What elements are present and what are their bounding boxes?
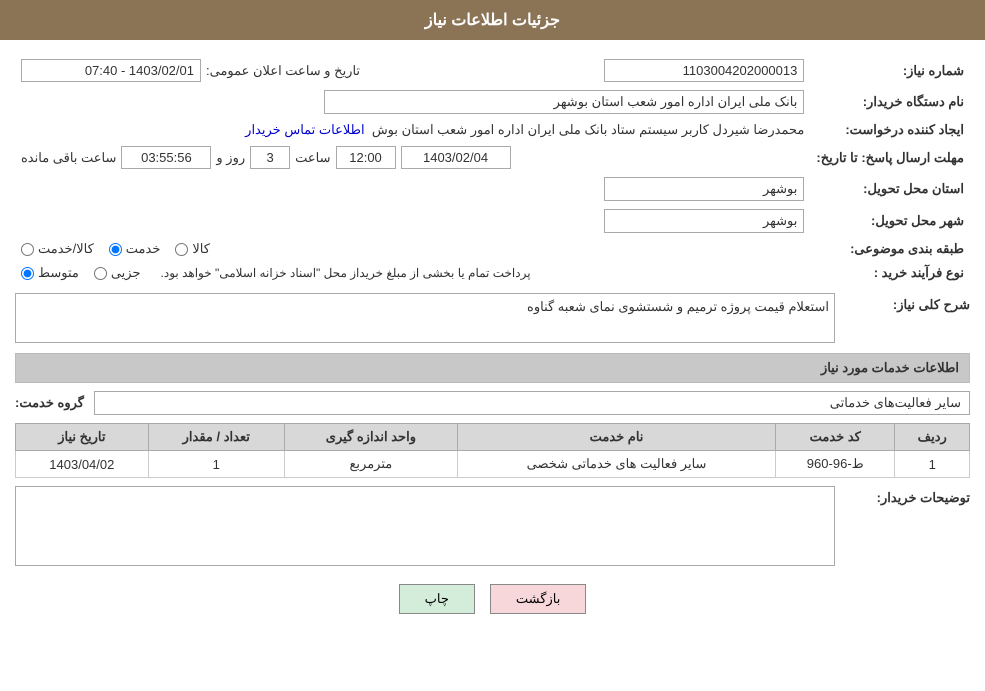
- response-deadline-values: ساعت باقی مانده 03:55:56 روز و 3 ساعت 12…: [15, 142, 810, 173]
- remaining-time-box: 03:55:56: [121, 146, 211, 169]
- day-label: روز و: [216, 150, 245, 166]
- time-label: ساعت: [295, 150, 330, 166]
- purchase-motavasset-radio[interactable]: [21, 267, 34, 280]
- category-kala-khadamat-radio[interactable]: [21, 243, 34, 256]
- province-value-cell: بوشهر: [15, 173, 810, 205]
- services-table: ردیف کد خدمت نام خدمت واحد اندازه گیری ت…: [15, 423, 970, 478]
- category-khadamat-label: خدمت: [126, 241, 161, 257]
- announce-label: تاریخ و ساعت اعلان عمومی:: [206, 63, 360, 79]
- response-date-box: 1403/02/04: [401, 146, 511, 169]
- purchase-row: متوسط جزیی پرداخت تمام یا بخشی از مبلغ خ…: [21, 265, 804, 281]
- buyer-notes-area-wrapper: [15, 486, 835, 569]
- province-box: بوشهر: [604, 177, 804, 201]
- cell-code: ط-96-960: [776, 451, 895, 478]
- creator-value-cell: محمدرضا شیردل کاربر سیستم ستاد بانک ملی …: [15, 118, 810, 142]
- category-kala-khadamat-label: کالا/خدمت: [38, 241, 94, 257]
- category-khadamat[interactable]: خدمت: [109, 241, 161, 257]
- services-table-body: 1ط-96-960سایر فعالیت های خدماتی شخصیمترم…: [16, 451, 970, 478]
- cell-row: 1: [895, 451, 970, 478]
- creator-label: ایجاد کننده درخواست:: [810, 118, 970, 142]
- page-header: جزئیات اطلاعات نیاز: [0, 0, 985, 40]
- need-number-label: شماره نیاز:: [810, 55, 970, 86]
- purchase-type-row: نوع فرآیند خرید : متوسط جزیی: [15, 261, 970, 285]
- response-day-box: 3: [250, 146, 290, 169]
- category-kala-radio[interactable]: [175, 243, 188, 256]
- remaining-time-label: ساعت باقی مانده: [21, 150, 116, 166]
- table-row: 1ط-96-960سایر فعالیت های خدماتی شخصیمترم…: [16, 451, 970, 478]
- description-value-area: استعلام قیمت پروژه ترمیم و شستشوی نمای ش…: [15, 293, 835, 343]
- group-service-row: گروه خدمت: سایر فعالیت‌های خدماتی: [15, 391, 970, 415]
- description-container: شرح کلی نیاز: استعلام قیمت پروژه ترمیم و…: [15, 293, 970, 343]
- need-number-row: شماره نیاز: 1103004202000013 1403/02/01 …: [15, 55, 970, 86]
- category-kala[interactable]: کالا: [175, 241, 210, 257]
- purchase-type-label: نوع فرآیند خرید :: [810, 261, 970, 285]
- purchase-jozi-radio[interactable]: [94, 267, 107, 280]
- creator-row: ایجاد کننده درخواست: محمدرضا شیردل کاربر…: [15, 118, 970, 142]
- announce-row: 1403/02/01 - 07:40 تاریخ و ساعت اعلان عم…: [21, 59, 474, 82]
- col-service-code: کد خدمت: [776, 424, 895, 451]
- announce-date-box: 1403/02/01 - 07:40: [21, 59, 201, 82]
- col-unit: واحد اندازه گیری: [284, 424, 457, 451]
- page-title: جزئیات اطلاعات نیاز: [425, 12, 560, 29]
- category-radio-group: کالا/خدمت خدمت کالا: [21, 241, 804, 257]
- category-row: طبقه بندی موضوعی: کالا/خدمت خدمت کالا: [15, 237, 970, 261]
- services-table-head: ردیف کد خدمت نام خدمت واحد اندازه گیری ت…: [16, 424, 970, 451]
- buyer-notes-label: توضیحات خریدار:: [840, 486, 970, 506]
- response-time-box: 12:00: [336, 146, 396, 169]
- services-table-header-row: ردیف کد خدمت نام خدمت واحد اندازه گیری ت…: [16, 424, 970, 451]
- announce-area: 1403/02/01 - 07:40 تاریخ و ساعت اعلان عم…: [15, 55, 480, 86]
- city-row: شهر محل تحویل: بوشهر: [15, 205, 970, 237]
- need-number-value: 1103004202000013: [530, 55, 811, 86]
- description-label: شرح کلی نیاز:: [840, 293, 970, 313]
- purchase-motavasset-label: متوسط: [38, 265, 79, 281]
- col-service-name: نام خدمت: [457, 424, 775, 451]
- need-number-box: 1103004202000013: [604, 59, 804, 82]
- city-value-cell: بوشهر: [15, 205, 810, 237]
- col-date: تاریخ نیاز: [16, 424, 149, 451]
- print-button[interactable]: چاپ: [399, 584, 475, 614]
- category-label: طبقه بندی موضوعی:: [810, 237, 970, 261]
- buyer-notes-textarea[interactable]: [15, 486, 835, 566]
- province-label: استان محل تحویل:: [810, 173, 970, 205]
- purchase-radio-group: متوسط جزیی: [21, 265, 141, 281]
- purchase-jozi-label: جزیی: [111, 265, 141, 281]
- purchase-note: پرداخت تمام یا بخشی از مبلغ خریداز محل "…: [161, 266, 531, 280]
- category-khadamat-radio[interactable]: [109, 243, 122, 256]
- response-deadline-label: مهلت ارسال پاسخ: تا تاریخ:: [810, 142, 970, 173]
- buyer-org-row: نام دستگاه خریدار: بانک ملی ایران اداره …: [15, 86, 970, 118]
- buttons-row: بازگشت چاپ: [15, 584, 970, 614]
- city-label: شهر محل تحویل:: [810, 205, 970, 237]
- services-section-title: اطلاعات خدمات مورد نیاز: [15, 353, 970, 383]
- purchase-motavasset[interactable]: متوسط: [21, 265, 79, 281]
- cell-date: 1403/04/02: [16, 451, 149, 478]
- main-info-table: شماره نیاز: 1103004202000013 1403/02/01 …: [15, 55, 970, 285]
- col-count: تعداد / مقدار: [148, 424, 284, 451]
- group-service-label: گروه خدمت:: [15, 395, 84, 411]
- back-button[interactable]: بازگشت: [490, 584, 586, 614]
- contact-link[interactable]: اطلاعات تماس خریدار: [245, 122, 364, 137]
- category-kala-label: کالا: [192, 241, 210, 257]
- creator-value: محمدرضا شیردل کاربر سیستم ستاد بانک ملی …: [372, 122, 805, 137]
- cell-count: 1: [148, 451, 284, 478]
- buyer-org-value-cell: بانک ملی ایران اداره امور شعب استان بوشه…: [15, 86, 810, 118]
- page-wrapper: جزئیات اطلاعات نیاز شماره نیاز: 11030042…: [0, 0, 985, 691]
- cell-name: سایر فعالیت های خدماتی شخصی: [457, 451, 775, 478]
- date-row: ساعت باقی مانده 03:55:56 روز و 3 ساعت 12…: [21, 146, 804, 169]
- purchase-jozi[interactable]: جزیی: [94, 265, 141, 281]
- buyer-notes-container: توضیحات خریدار:: [15, 486, 970, 569]
- response-deadline-row: مهلت ارسال پاسخ: تا تاریخ: ساعت باقی مان…: [15, 142, 970, 173]
- purchase-type-value-cell: متوسط جزیی پرداخت تمام یا بخشی از مبلغ خ…: [15, 261, 810, 285]
- cell-unit: مترمربع: [284, 451, 457, 478]
- city-box: بوشهر: [604, 209, 804, 233]
- group-service-value: سایر فعالیت‌های خدماتی: [94, 391, 970, 415]
- category-value-cell: کالا/خدمت خدمت کالا: [15, 237, 810, 261]
- province-row: استان محل تحویل: بوشهر: [15, 173, 970, 205]
- description-box: استعلام قیمت پروژه ترمیم و شستشوی نمای ش…: [15, 293, 835, 343]
- col-row-num: ردیف: [895, 424, 970, 451]
- category-kala-khadamat[interactable]: کالا/خدمت: [21, 241, 94, 257]
- content-area: شماره نیاز: 1103004202000013 1403/02/01 …: [0, 40, 985, 644]
- buyer-org-label: نام دستگاه خریدار:: [810, 86, 970, 118]
- buyer-org-box: بانک ملی ایران اداره امور شعب استان بوشه…: [324, 90, 804, 114]
